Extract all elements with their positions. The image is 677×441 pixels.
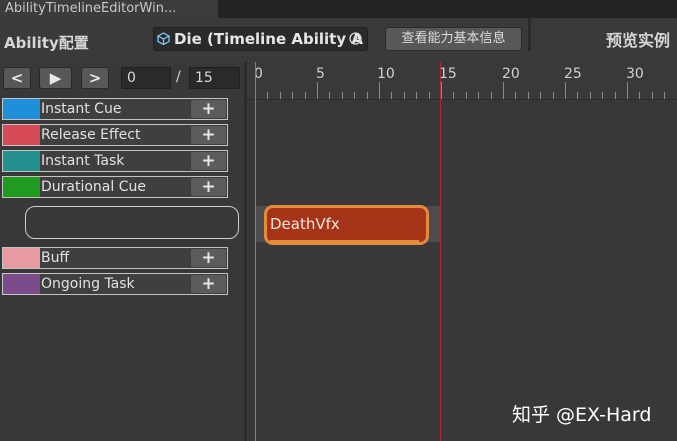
ruler-tick (652, 92, 653, 99)
ruler-tick (367, 92, 368, 99)
track-ongoing-task[interactable]: Ongoing Task + (2, 273, 228, 295)
ruler-tick (577, 92, 578, 99)
ruler-tick-label: 10 (377, 66, 395, 82)
window-tab[interactable]: AbilityTimelineEditorWin... (0, 0, 218, 18)
ruler-tick (528, 92, 529, 99)
track-durational-cue[interactable]: Durational Cue + (2, 176, 228, 198)
ruler-tick (404, 92, 405, 99)
clip-duration-bar (270, 240, 419, 243)
track-label: Instant Task (41, 153, 125, 169)
ruler-tick (342, 92, 343, 99)
ruler-tick (615, 92, 616, 99)
ruler-tick (478, 92, 479, 99)
ruler-tick (441, 82, 442, 99)
track-label: Durational Cue (41, 179, 146, 195)
ruler-tick (267, 92, 268, 99)
ruler-tick (379, 82, 380, 99)
ruler-tick (602, 92, 603, 99)
add-track-item-button[interactable]: + (191, 249, 226, 267)
ruler-tick (491, 92, 492, 99)
ruler-tick-label: 25 (564, 66, 582, 82)
ruler-tick (553, 92, 554, 99)
track-color-swatch (3, 99, 40, 119)
object-picker-icon[interactable] (348, 31, 363, 46)
ruler-tick (639, 92, 640, 99)
ruler-tick (280, 92, 281, 99)
preview-instance-title: 预览实例 (606, 31, 671, 50)
track-color-swatch (3, 177, 40, 197)
track-color-swatch (3, 151, 40, 171)
next-frame-button[interactable]: > (81, 67, 109, 89)
ruler-tick (429, 92, 430, 99)
ruler-tick (590, 92, 591, 99)
ruler-tick (416, 92, 417, 99)
ruler-tick (627, 82, 628, 99)
track-color-swatch (3, 274, 40, 294)
view-ability-info-button[interactable]: 查看能力基本信息 (385, 27, 522, 51)
track-buff[interactable]: Buff + (2, 247, 228, 269)
track-instant-cue[interactable]: Instant Cue + (2, 98, 228, 120)
add-track-item-button[interactable]: + (191, 152, 226, 170)
ruler-tick (292, 92, 293, 99)
ability-asset-field[interactable]: Die (Timeline Ability A (153, 27, 368, 51)
ruler-tick (503, 82, 504, 99)
current-frame-input[interactable]: 0 (121, 67, 171, 89)
add-track-item-button[interactable]: + (191, 178, 226, 196)
track-release-effect[interactable]: Release Effect + (2, 124, 228, 146)
ruler-tick-label: 30 (626, 66, 644, 82)
ruler-tick (540, 92, 541, 99)
ruler-tick-label: 20 (502, 66, 520, 82)
track-label: Buff (41, 250, 70, 266)
track-color-swatch (3, 125, 40, 145)
ruler-tick (515, 92, 516, 99)
timeline-clip-deathvfx[interactable]: DeathVfx (264, 205, 429, 245)
ruler-tick-label: 15 (439, 66, 457, 82)
prev-frame-button[interactable]: < (3, 67, 31, 89)
track-color-swatch (3, 248, 40, 268)
header-divider (528, 18, 531, 51)
ruler-tick (453, 92, 454, 99)
add-track-item-button[interactable]: + (191, 100, 226, 118)
track-instance-row[interactable] (25, 206, 239, 239)
ruler-tick (664, 92, 665, 99)
total-frames-input[interactable]: 15 (189, 67, 240, 89)
track-instant-task[interactable]: Instant Task + (2, 150, 228, 172)
ability-config-title: Ability配置 (4, 34, 89, 52)
ruler-tick (565, 82, 566, 99)
track-label: Ongoing Task (41, 276, 135, 292)
add-track-item-button[interactable]: + (191, 275, 226, 293)
play-button[interactable]: ▶ (39, 67, 72, 89)
ruler-tick (329, 92, 330, 99)
ruler-tick (466, 92, 467, 99)
panel-splitter[interactable] (244, 62, 247, 441)
timeline-ruler[interactable]: 0 5 10 15 20 25 30 (247, 62, 677, 100)
ruler-tick (317, 82, 318, 99)
asset-cube-icon (157, 32, 170, 45)
end-frame-line (440, 62, 441, 441)
add-track-item-button[interactable]: + (191, 126, 226, 144)
ruler-tick (391, 92, 392, 99)
watermark: 知乎 @EX-Hard (512, 404, 652, 426)
ruler-tick (354, 92, 355, 99)
ruler-tick-label: 5 (316, 66, 325, 82)
track-label: Release Effect (41, 127, 141, 143)
ruler-tick (305, 92, 306, 99)
track-label: Instant Cue (41, 101, 122, 117)
frame-separator: / (176, 69, 181, 85)
playhead-line[interactable] (255, 62, 256, 441)
